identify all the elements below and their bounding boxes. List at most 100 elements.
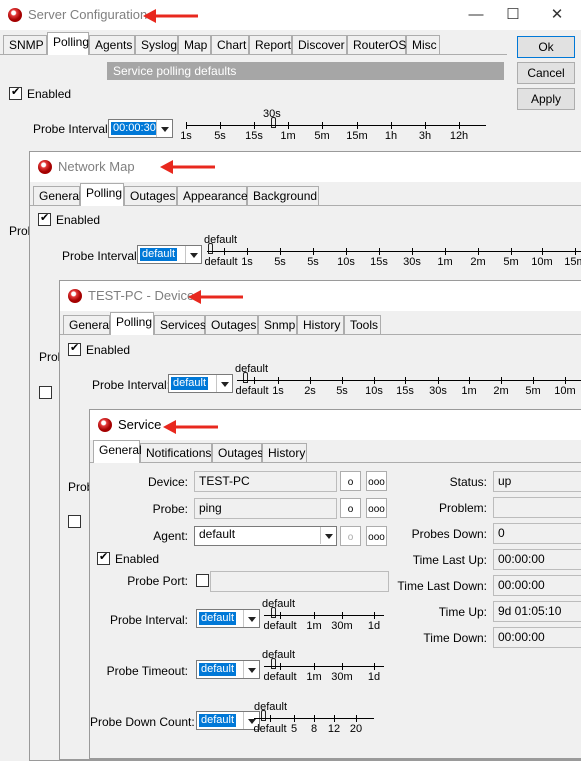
probe-port-checkbox[interactable] — [196, 574, 209, 587]
tab-polling[interactable]: Polling — [110, 312, 154, 335]
red-arrow-annotation — [143, 9, 198, 23]
chevron-down-icon[interactable] — [243, 610, 259, 627]
probes-down-field: 0 — [493, 523, 581, 544]
partial-checkbox[interactable] — [68, 515, 81, 528]
slider-current-label: default — [262, 649, 296, 661]
tab-notifications[interactable]: Notifications — [140, 443, 212, 462]
probe-interval-combo[interactable]: 00:00:30 — [108, 119, 173, 138]
chevron-down-icon[interactable] — [156, 120, 172, 137]
tab-syslog[interactable]: Syslog — [135, 35, 178, 54]
slider-thumb[interactable] — [208, 243, 213, 254]
tab-tools[interactable]: Tools — [344, 315, 381, 334]
probe-field: ping — [194, 498, 337, 519]
slider-tick-label: 5m — [525, 385, 541, 397]
ok-button[interactable]: Ok — [517, 36, 575, 58]
close-icon[interactable]: ✕ — [547, 5, 567, 25]
tab-outages[interactable]: Outages — [205, 315, 258, 334]
agent-select-button[interactable]: o — [340, 526, 361, 546]
slider-thumb[interactable] — [271, 607, 276, 618]
probe-interval-combo[interactable]: default — [137, 245, 202, 264]
device-select-button[interactable]: o — [340, 471, 361, 491]
probe-timeout-slider[interactable]: default default 1m 30m 1d — [262, 649, 384, 683]
chevron-down-icon[interactable] — [185, 246, 201, 263]
tab-chart[interactable]: Chart — [211, 35, 249, 54]
probe-interval-slider[interactable]: default default 1s 5s 5s 10s 15s 30s 1m … — [204, 234, 581, 268]
minimize-icon[interactable]: — — [466, 5, 486, 25]
probe-port-field[interactable] — [210, 571, 389, 592]
slider-thumb[interactable] — [243, 372, 248, 383]
enabled-checkbox[interactable] — [97, 550, 110, 565]
tab-general[interactable]: General — [33, 186, 82, 205]
probe-interval-label: Probe Interval: — [62, 249, 141, 263]
probe-timeout-combo[interactable]: default — [196, 660, 260, 679]
probe-interval-combo[interactable]: default — [168, 374, 233, 393]
tab-agents[interactable]: Agents — [89, 35, 135, 54]
maximize-icon[interactable]: ☐ — [503, 5, 523, 25]
probe-down-count-combo[interactable]: default — [196, 711, 260, 730]
probe-interval-slider[interactable]: default default 1s 2s 5s 10s 15s 30s 1m … — [235, 363, 581, 397]
slider-thumb[interactable] — [271, 658, 276, 669]
device-field: TEST-PC — [194, 471, 337, 492]
probe-interval-slider[interactable]: 30s 1s 5s 15s 1m 5m 15m 1h 3h 12h — [180, 108, 486, 142]
probe-interval-slider[interactable]: default default 1m 30m 1d — [262, 598, 384, 632]
network-map-titlebar[interactable]: Network Map — [30, 152, 581, 182]
device-titlebar[interactable]: TEST-PC - Device — [60, 281, 581, 311]
slider-tick-label: default — [235, 385, 269, 397]
slider-tick-label: 1m — [306, 671, 322, 683]
slider-tick-label: 12h — [449, 130, 469, 142]
slider-tick-label: 20 — [349, 723, 363, 735]
status-field: up — [493, 471, 581, 492]
probe-timeout-label: Probe Timeout: — [106, 664, 188, 678]
tab-routeros[interactable]: RouterOS — [347, 35, 406, 54]
red-arrow-annotation — [163, 420, 218, 434]
device-browse-button[interactable]: ooo — [366, 471, 387, 491]
tab-misc[interactable]: Misc — [406, 35, 440, 54]
slider-tick-label: 1s — [272, 385, 284, 397]
enabled-checkbox[interactable] — [9, 85, 22, 100]
tab-outages[interactable]: Outages — [212, 443, 263, 462]
tab-history[interactable]: History — [262, 443, 307, 462]
tab-background[interactable]: Background — [247, 186, 319, 205]
probe-label: Probe: — [152, 502, 188, 516]
tab-outages[interactable]: Outages — [124, 186, 177, 205]
tab-map[interactable]: Map — [178, 35, 211, 54]
agent-browse-button[interactable]: ooo — [366, 526, 387, 546]
slider-thumb[interactable] — [271, 117, 276, 128]
enabled-checkbox[interactable] — [68, 341, 81, 356]
cancel-button[interactable]: Cancel — [517, 62, 575, 84]
slider-tick-label: 5s — [307, 256, 319, 268]
tab-history[interactable]: History — [297, 315, 344, 334]
tab-general[interactable]: General — [63, 315, 112, 334]
slider-tick-label: 8 — [310, 723, 318, 735]
tab-general[interactable]: General — [93, 440, 142, 463]
partial-checkbox[interactable] — [39, 386, 52, 399]
probe-browse-button[interactable]: ooo — [366, 498, 387, 518]
tab-appearance[interactable]: Appearance — [177, 186, 248, 205]
probe-down-count-slider[interactable]: default default 5 8 12 20 — [253, 701, 374, 735]
agent-combo[interactable]: default — [194, 526, 337, 546]
tab-polling[interactable]: Polling — [80, 183, 124, 206]
server-configuration-titlebar[interactable]: Server Configuration — ☐ ✕ — [0, 0, 581, 30]
tab-snmp[interactable]: SNMP — [3, 35, 47, 54]
status-label: Status: — [449, 475, 487, 489]
tab-snmp[interactable]: Snmp — [258, 315, 297, 334]
network-map-tabs: General Polling Outages Appearance Backg… — [33, 183, 581, 206]
probe-select-button[interactable]: o — [340, 498, 361, 518]
tab-discover[interactable]: Discover — [292, 35, 347, 54]
tab-report[interactable]: Report — [249, 35, 292, 54]
slider-tick-label: 1s — [241, 256, 253, 268]
tab-services[interactable]: Services — [154, 315, 206, 334]
tab-polling[interactable]: Polling — [47, 32, 89, 55]
slider-tick-label: 15m — [346, 130, 368, 142]
red-arrow-annotation — [160, 160, 215, 174]
slider-thumb[interactable] — [261, 710, 266, 721]
chevron-down-icon[interactable] — [243, 661, 259, 678]
probe-interval-combo[interactable]: default — [196, 609, 260, 628]
probe-port-label: Probe Port: — [127, 574, 188, 588]
chevron-down-icon[interactable] — [216, 375, 232, 392]
device-tabs: General Polling Services Outages Snmp Hi… — [63, 312, 581, 335]
chevron-down-icon[interactable] — [320, 527, 336, 544]
slider-tick-label: 10s — [365, 385, 383, 397]
apply-button[interactable]: Apply — [517, 88, 575, 110]
enabled-checkbox[interactable] — [38, 211, 51, 226]
